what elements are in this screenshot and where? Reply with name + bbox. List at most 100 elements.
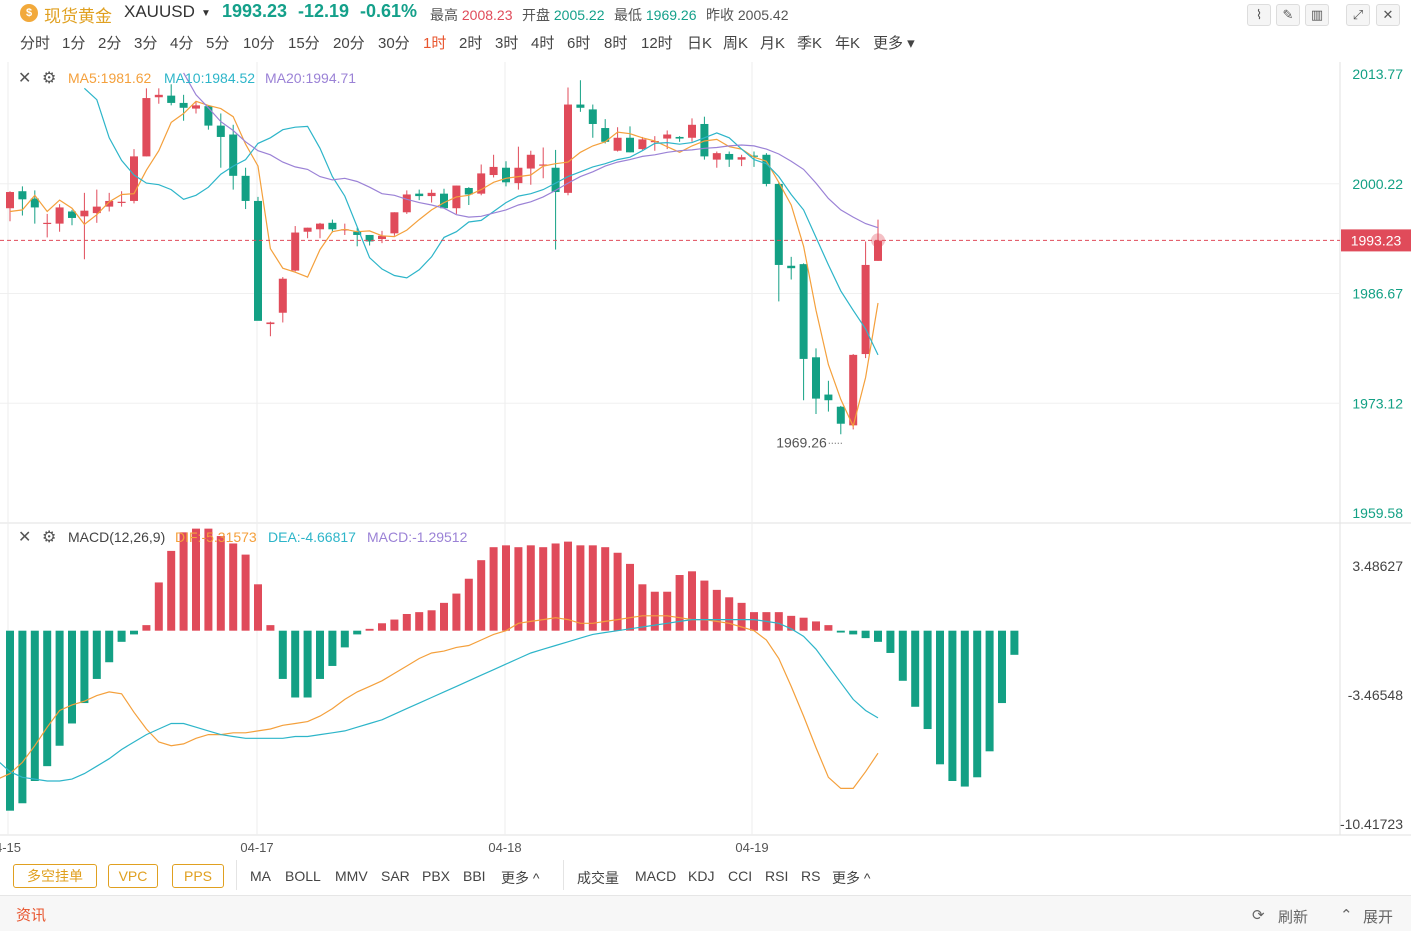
main-indicator-2[interactable]: MMV: [335, 868, 368, 884]
main-indicator-6[interactable]: 更多 ^: [501, 868, 539, 888]
main-indicator-5[interactable]: BBI: [463, 868, 486, 884]
candle-body: [514, 167, 523, 184]
macd-bar: [861, 630, 870, 639]
macd-bar: [812, 621, 820, 631]
sub-indicator-2[interactable]: KDJ: [688, 868, 714, 884]
candle: [613, 127, 622, 152]
macd-bar: [750, 612, 758, 631]
candle-body: [18, 191, 27, 200]
tag-0[interactable]: 多空挂单: [13, 864, 97, 888]
candle: [179, 94, 188, 121]
candle: [688, 118, 696, 142]
candle: [18, 186, 27, 216]
candle: [415, 189, 424, 201]
candle: [799, 263, 808, 401]
macd-bar: [514, 547, 523, 631]
macd-bar: [1010, 630, 1019, 655]
macd-bar: [774, 612, 783, 631]
candle-body: [613, 137, 622, 151]
kline-chart[interactable]: 2013.77 2000.22 1986.67 1973.12 1959.58 4-15 0…: [0, 0, 1411, 860]
candle-body: [762, 154, 771, 184]
macd-bar: [452, 593, 461, 631]
date-tick-label: 04-17: [240, 840, 273, 855]
macd-bar: [663, 591, 672, 631]
macd-bar: [142, 625, 151, 631]
price-tick-label: 2000.22: [1352, 176, 1403, 192]
news-label[interactable]: 资讯: [16, 904, 46, 925]
candle-body: [725, 153, 734, 160]
candle: [378, 230, 386, 244]
candle-body: [278, 278, 287, 313]
candle: [154, 88, 163, 104]
candle: [266, 321, 275, 337]
candle: [229, 124, 238, 190]
macd-bar: [564, 541, 572, 631]
macd-bar: [526, 545, 535, 631]
macd-bar: [588, 545, 597, 631]
candle-body: [638, 139, 647, 150]
macd-bar: [390, 619, 399, 631]
candle-body: [204, 106, 213, 126]
macd-legend-dea: DEA:-4.66817: [268, 529, 356, 545]
candle: [539, 147, 548, 179]
expand-button[interactable]: 展开: [1363, 906, 1393, 927]
candle: [787, 256, 796, 280]
candle: [551, 149, 560, 250]
macd-tick-label: -10.41723: [1340, 816, 1403, 832]
candle-body: [254, 200, 262, 321]
macd-bar: [316, 630, 324, 679]
macd-bar: [365, 628, 374, 631]
candle: [861, 241, 870, 359]
macd-bar: [353, 630, 362, 635]
candle-body: [291, 232, 300, 271]
candle-body: [812, 357, 820, 399]
sub-indicator-3[interactable]: CCI: [728, 868, 752, 884]
refresh-icon[interactable]: ⟳: [1252, 906, 1265, 924]
macd-bar: [117, 630, 126, 642]
candle: [588, 104, 597, 138]
sub-indicator-0[interactable]: 成交量: [577, 868, 619, 888]
legend-settings-icon: ⚙: [42, 70, 56, 87]
sub-indicator-4[interactable]: RSI: [765, 868, 788, 884]
main-indicator-4[interactable]: PBX: [422, 868, 450, 884]
macd-legend-name: MACD(12,26,9): [68, 529, 165, 545]
candle: [824, 380, 833, 412]
macd-bar: [539, 547, 548, 631]
candle: [725, 151, 734, 167]
candle-body: [117, 201, 126, 203]
macd-tick-label: 3.48627: [1352, 558, 1403, 574]
sub-indicator-6[interactable]: 更多 ^: [832, 868, 870, 888]
legend-close-icon: ✕: [18, 529, 31, 546]
sub-indicator-5[interactable]: RS: [801, 868, 820, 884]
legend-close-icon: ✕: [18, 70, 31, 87]
candle-body: [787, 265, 796, 269]
date-tick-label: 4-15: [0, 840, 21, 855]
tag-2[interactable]: PPS: [172, 864, 224, 888]
macd-bar: [229, 543, 238, 631]
macd-dif-line: [0, 615, 879, 790]
main-indicator-1[interactable]: BOLL: [285, 868, 321, 884]
date-tick-label: 04-18: [488, 840, 521, 855]
candle: [43, 213, 52, 238]
macd-bar: [948, 630, 957, 782]
tag-1[interactable]: VPC: [108, 864, 158, 888]
macd-bar: [427, 610, 436, 631]
main-indicator-3[interactable]: SAR: [381, 868, 410, 884]
candle: [712, 151, 721, 168]
macd-dea-line: [0, 618, 879, 782]
main-indicator-0[interactable]: MA: [250, 868, 271, 884]
refresh-button[interactable]: 刷新: [1278, 906, 1308, 927]
macd-bar: [973, 630, 982, 778]
macd-bar: [105, 630, 114, 663]
macd-bar: [402, 613, 411, 631]
expand-icon[interactable]: ⌃: [1340, 906, 1353, 924]
candle-body: [737, 157, 746, 160]
candle-body: [526, 154, 535, 169]
candle-body: [576, 104, 585, 108]
macd-bar: [464, 578, 473, 631]
sub-indicator-1[interactable]: MACD: [635, 868, 676, 884]
candle: [675, 136, 684, 142]
candle-body: [43, 222, 52, 225]
ma10-line: [83, 87, 879, 356]
macd-bar: [626, 563, 634, 631]
